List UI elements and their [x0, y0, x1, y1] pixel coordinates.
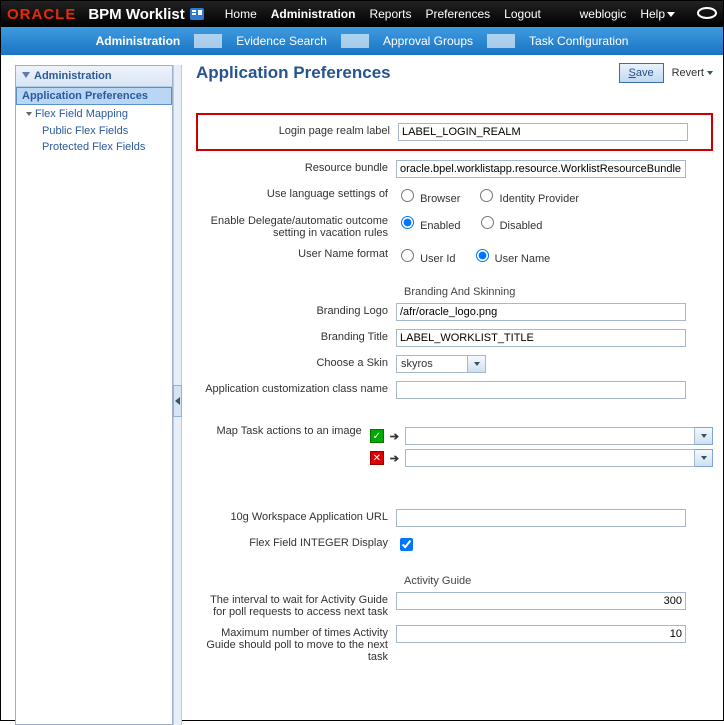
page-title: Application Preferences [196, 63, 619, 83]
chevron-down-icon[interactable] [467, 356, 485, 372]
check-icon[interactable]: ✓ [370, 429, 384, 443]
input-login-realm[interactable] [398, 123, 688, 141]
dropdown-button[interactable] [695, 449, 713, 467]
label-language-settings: Use language settings of [196, 185, 396, 200]
nav-preferences[interactable]: Preferences [425, 7, 490, 21]
input-ag-interval[interactable] [396, 592, 686, 610]
sidebar-header: Administration [16, 66, 172, 87]
oracle-logo: ORACLE [7, 6, 76, 23]
sub-nav: Administration Evidence Search Approval … [1, 27, 723, 55]
app-title: BPM Worklist [88, 6, 184, 23]
sidebar-item-public-flex[interactable]: Public Flex Fields [16, 123, 172, 139]
section-activity-guide: Activity Guide [404, 575, 713, 587]
section-branding: Branding And Skinning [404, 286, 713, 298]
nav-administration[interactable]: Administration [271, 7, 356, 21]
input-map-reject[interactable] [405, 449, 695, 467]
map-task-row-add: ✓ ➔ [370, 427, 713, 445]
splitter[interactable] [173, 65, 182, 725]
label-ag-max-poll: Maximum number of times Activity Guide s… [196, 624, 396, 663]
radio-identity-provider[interactable]: Identity Provider [475, 193, 579, 205]
label-resource-bundle: Resource bundle [196, 159, 396, 174]
chevron-down-icon [707, 71, 713, 75]
input-ag-max-poll[interactable] [396, 625, 686, 643]
splitter-grip[interactable] [173, 385, 182, 417]
subnav-approval-groups[interactable]: Approval Groups [369, 34, 487, 48]
input-branding-title[interactable] [396, 329, 686, 347]
label-ag-interval: The interval to wait for Activity Guide … [196, 591, 396, 618]
chevron-down-icon [667, 7, 675, 21]
sidebar-item-app-prefs[interactable]: Application Preferences [16, 87, 172, 105]
save-button[interactable]: Save [619, 63, 664, 83]
label-customization-class: Application customization class name [196, 380, 396, 395]
x-icon[interactable]: ✕ [370, 451, 384, 465]
highlight-login-realm: Login page realm label [196, 113, 713, 151]
arrow-right-icon: ➔ [390, 452, 399, 465]
global-header: ORACLE BPM Worklist Home Administration … [1, 1, 723, 27]
nav-home[interactable]: Home [225, 7, 257, 21]
collapse-icon[interactable] [22, 72, 30, 80]
select-skin[interactable]: skyros [396, 355, 486, 373]
label-branding-logo: Branding Logo [196, 302, 396, 317]
radio-user-id[interactable]: User Id [396, 253, 456, 265]
help-menu[interactable]: Help [640, 7, 675, 21]
label-choose-skin: Choose a Skin [196, 354, 396, 369]
input-map-approve[interactable] [405, 427, 695, 445]
divider [341, 34, 369, 48]
nav-logout[interactable]: Logout [504, 7, 541, 21]
input-resource-bundle[interactable] [396, 160, 686, 178]
radio-user-name[interactable]: User Name [471, 253, 551, 265]
dropdown-button[interactable] [695, 427, 713, 445]
revert-menu[interactable]: Revert [672, 67, 713, 79]
nav-reports[interactable]: Reports [369, 7, 411, 21]
arrow-right-icon: ➔ [390, 430, 399, 443]
divider [487, 34, 515, 48]
label-login-realm: Login page realm label [198, 122, 398, 137]
radio-browser[interactable]: Browser [396, 193, 460, 205]
sidebar-item-protected-flex[interactable]: Protected Flex Fields [16, 139, 172, 155]
divider [194, 34, 222, 48]
input-10g-url[interactable] [396, 509, 686, 527]
label-username-format: User Name format [196, 245, 396, 260]
subnav-task-configuration[interactable]: Task Configuration [515, 34, 642, 48]
input-branding-logo[interactable] [396, 303, 686, 321]
top-nav: Home Administration Reports Preferences … [225, 7, 541, 21]
sidebar-item-flex-mapping[interactable]: Flex Field Mapping [16, 105, 172, 123]
label-flex-int-display: Flex Field INTEGER Display [196, 534, 396, 549]
sidebar: Administration Application Preferences F… [15, 65, 173, 725]
main-panel: Application Preferences Save Revert Logi… [182, 55, 723, 720]
radio-delegate-enabled[interactable]: Enabled [396, 220, 460, 232]
status-icon [697, 7, 717, 22]
label-branding-title: Branding Title [196, 328, 396, 343]
worklist-icon [189, 7, 205, 21]
input-customization-class[interactable] [396, 381, 686, 399]
map-task-row-remove: ✕ ➔ [370, 449, 713, 467]
label-delegate-outcome: Enable Delegate/automatic outcome settin… [196, 212, 396, 239]
checkbox-flex-int[interactable] [400, 538, 413, 551]
current-user: weblogic [580, 7, 627, 21]
subnav-administration[interactable]: Administration [82, 34, 195, 48]
radio-delegate-disabled[interactable]: Disabled [476, 220, 543, 232]
expand-icon[interactable] [26, 112, 32, 116]
subnav-evidence-search[interactable]: Evidence Search [222, 34, 341, 48]
label-map-task-actions: Map Task actions to an image [196, 422, 370, 437]
label-10g-url: 10g Workspace Application URL [196, 508, 396, 523]
top-utility: weblogic Help [580, 7, 717, 22]
